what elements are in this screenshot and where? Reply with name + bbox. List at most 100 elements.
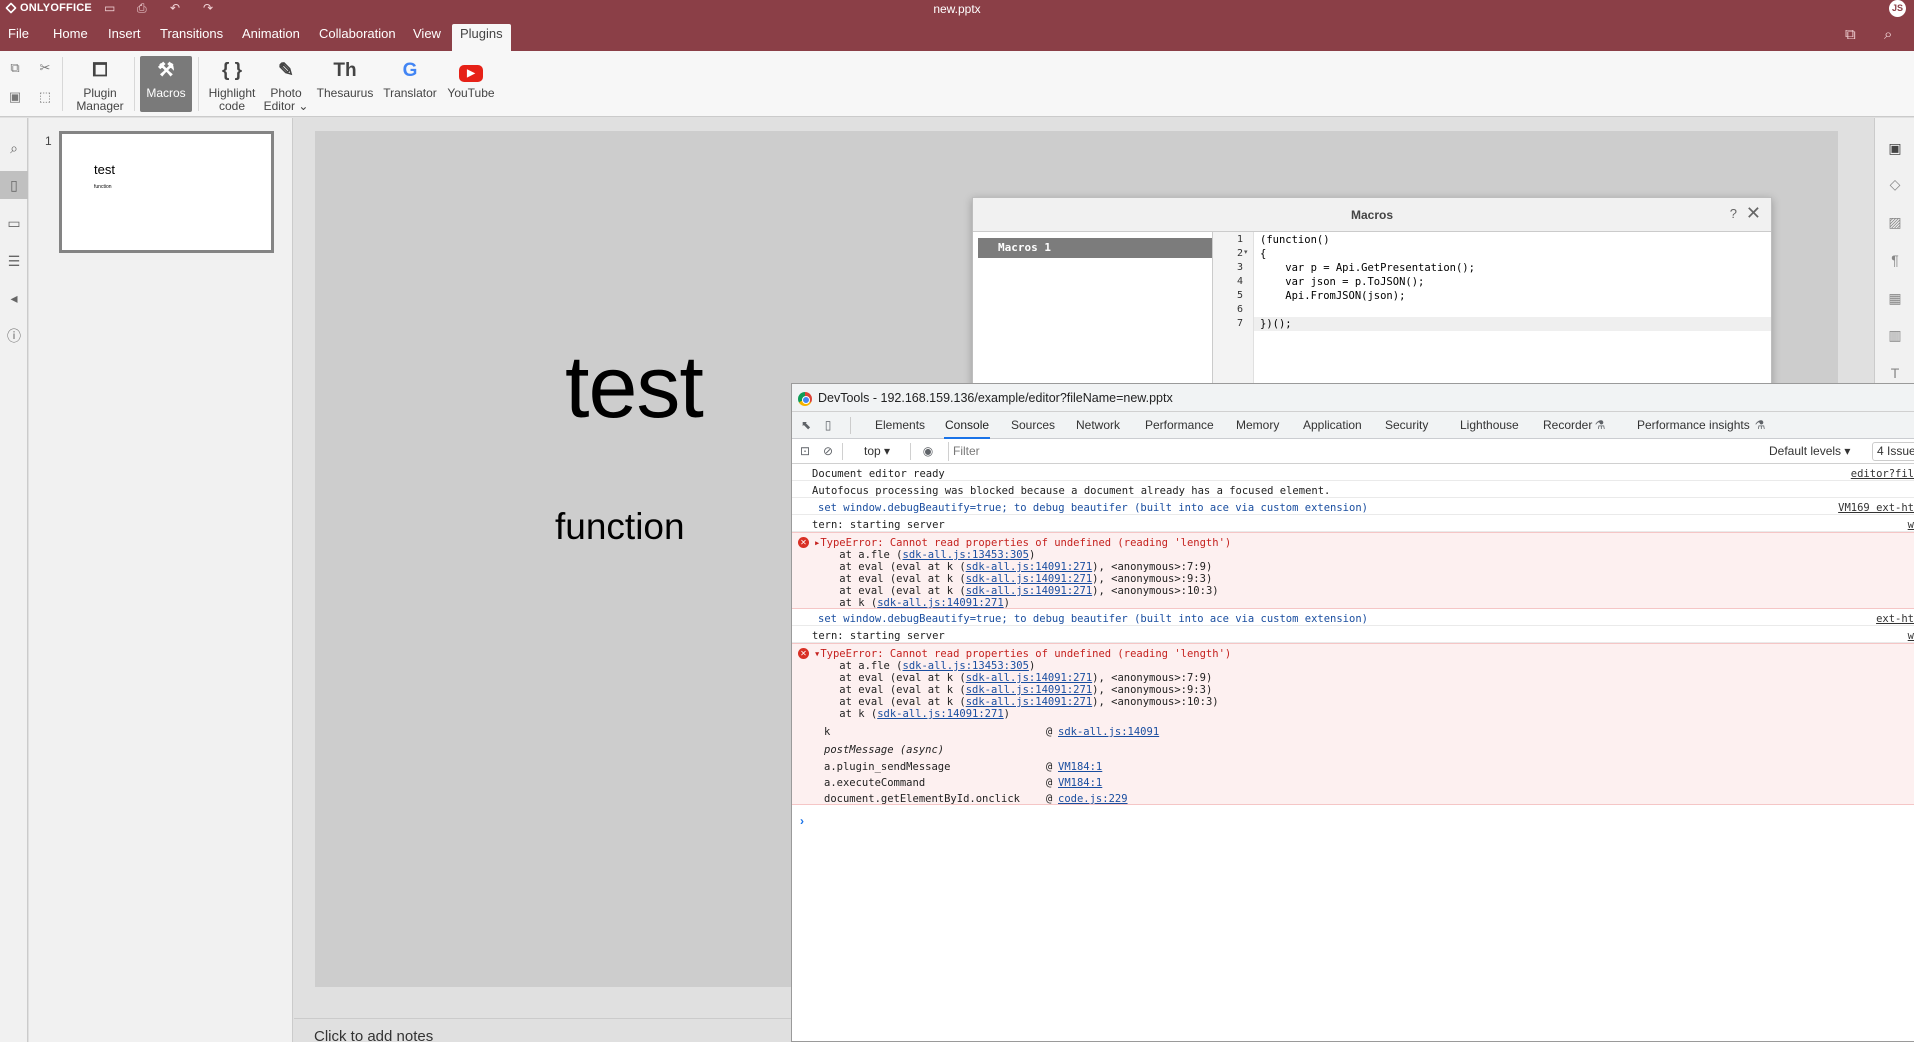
tab-network[interactable]: Network [1075,412,1121,439]
close-icon[interactable]: ✕ [1746,203,1761,224]
slide-thumbnail[interactable]: test function [59,131,274,253]
chart-settings-icon[interactable]: ▥ [1885,325,1905,345]
stack-link[interactable]: sdk-all.js:14091:271 [966,696,1092,708]
tab-recorder[interactable]: Recorder [1542,412,1593,439]
copy-icon[interactable]: ⧉ [6,59,24,77]
stack-link[interactable]: sdk-all.js:14091:271 [966,561,1092,573]
message-source-link[interactable]: VM169 ext-ht [1838,502,1914,514]
line-number: 5 [1236,290,1243,301]
tab-home[interactable]: Home [45,24,96,51]
paste-icon[interactable]: ▣ [6,88,24,106]
device-toolbar-icon[interactable]: ▯ [820,417,836,433]
clear-console-icon[interactable]: ⊘ [820,443,836,459]
plugin-manager-button[interactable]: ⧠ Plugin Manager [72,56,128,113]
message-source-link[interactable]: w [1908,519,1914,531]
title-bar: ONLYOFFICE ▭ ⎙ ↶ ↷ new.pptx JS [0,0,1914,17]
stack-link[interactable]: sdk-all.js:14091:271 [966,672,1092,684]
thesaurus-icon: Th [333,60,357,81]
comments-icon[interactable]: ▭ [4,213,24,233]
photo-editor-button[interactable]: ✎ Photo Editor ⌄ [262,56,310,113]
image-settings-icon[interactable]: ▨ [1885,212,1905,232]
tab-console[interactable]: Console [944,412,991,439]
tab-performance[interactable]: Performance [1144,412,1215,439]
message-text: set window.debugBeautify=true; to debug … [818,502,1368,514]
flask-icon: ⚗ [1594,418,1606,432]
tab-lighthouse[interactable]: Lighthouse [1459,412,1520,439]
tab-memory[interactable]: Memory [1235,412,1280,439]
stack-line: at eval (eval at k (sdk-all.js:14091:271… [814,561,1213,573]
tab-collaboration[interactable]: Collaboration [311,24,404,51]
message-source-link[interactable]: w [1908,630,1914,642]
youtube-label: YouTube [447,86,495,100]
tab-file[interactable]: File [0,24,37,51]
tab-sources[interactable]: Sources [1010,412,1056,439]
translator-button[interactable]: G Translator [380,56,440,112]
tab-transitions[interactable]: Transitions [152,24,231,51]
stack-link[interactable]: sdk-all.js:14091:271 [966,573,1092,585]
open-file-location-icon[interactable]: ⧉ [1845,26,1856,43]
macro-item[interactable]: Macros 1 [978,238,1212,258]
context-selector[interactable]: top ▾ [864,444,890,458]
issues-button[interactable]: 4 Issues [1872,442,1914,461]
error-message[interactable]: ▾TypeError: Cannot read properties of un… [814,648,1231,660]
console-error[interactable]: ✕ ▸TypeError: Cannot read properties of … [792,532,1914,609]
macros-button[interactable]: ⚒ Macros [140,56,192,112]
text-art-settings-icon[interactable]: T [1885,363,1905,383]
help-icon[interactable]: ? [1730,206,1737,221]
chat-icon[interactable]: ☰ [4,251,24,271]
message-text: set window.debugBeautify=true; to debug … [818,613,1368,625]
error-message[interactable]: ▸TypeError: Cannot read properties of un… [814,537,1231,549]
tab-plugins[interactable]: Plugins [452,24,511,51]
tab-view[interactable]: View [405,24,449,51]
highlight-code-button[interactable]: { } Highlight code [204,56,260,113]
stack-link[interactable]: sdk-all.js:14091:271 [877,708,1003,720]
console-message: Autofocus processing was blocked because… [792,481,1914,498]
slide-title[interactable]: test [565,336,704,438]
stack-link[interactable]: sdk-all.js:14091:271 [877,597,1003,608]
search-icon[interactable]: ⌕ [1884,26,1892,43]
eye-icon[interactable]: ◉ [920,443,936,459]
slides-panel-icon[interactable]: ▯ [0,171,28,199]
tab-security[interactable]: Security [1384,412,1429,439]
devtools-titlebar: DevTools - 192.168.159.136/example/edito… [792,384,1914,412]
stack-link[interactable]: sdk-all.js:14091:271 [966,684,1092,696]
stack-link[interactable]: VM184:1 [1058,761,1102,773]
table-settings-icon[interactable]: ▦ [1885,288,1905,308]
stack-link[interactable]: code.js:229 [1058,793,1128,804]
thesaurus-button[interactable]: Th Thesaurus [314,56,376,112]
cut-icon[interactable]: ✂ [36,59,54,77]
stack-link[interactable]: sdk-all.js:14091:271 [966,585,1092,597]
fold-arrow-icon[interactable]: ▾ [1244,248,1248,256]
tab-elements[interactable]: Elements [874,412,926,439]
macros-dialog-header: Macros ? ✕ [973,198,1771,232]
paragraph-settings-icon[interactable]: ¶ [1885,250,1905,270]
console-prompt[interactable]: › [800,814,804,828]
message-source-link[interactable]: ext-ht [1876,613,1914,625]
shape-settings-icon[interactable]: ◇ [1885,174,1905,194]
slide-settings-icon[interactable]: ▣ [1885,138,1905,158]
stack-link[interactable]: sdk-all.js:13453:305 [903,549,1029,561]
slide-subtitle[interactable]: function [555,506,685,548]
tab-animation[interactable]: Animation [234,24,308,51]
console-error-expanded[interactable]: ✕ ▾TypeError: Cannot read properties of … [792,643,1914,805]
sidebar-toggle-icon[interactable]: ⊡ [797,443,813,459]
search-icon[interactable]: ⌕ [4,138,24,158]
stack-line: at eval (eval at k (sdk-all.js:14091:271… [814,696,1219,708]
announcement-icon[interactable]: ◂ [4,288,24,308]
tab-application[interactable]: Application [1302,412,1363,439]
stack-link[interactable]: sdk-all.js:13453:305 [903,660,1029,672]
select-all-icon[interactable]: ⬚ [36,88,54,106]
inspect-element-icon[interactable]: ⬉ [798,417,814,433]
stack-link[interactable]: sdk-all.js:14091 [1058,726,1159,738]
log-levels-dropdown[interactable]: Default levels ▾ [1769,444,1850,458]
macro-code-editor[interactable]: (function() { var p = Api.GetPresentatio… [1254,232,1771,398]
about-info-icon[interactable]: ⓘ [4,326,24,346]
console-filter-input[interactable]: Filter [948,442,1751,461]
user-avatar[interactable]: JS [1889,0,1906,17]
tab-insert[interactable]: Insert [100,24,149,51]
code-line: { [1260,248,1267,260]
tab-performance-insights[interactable]: Performance insights [1636,412,1751,439]
youtube-button[interactable]: ▶ YouTube [444,56,498,112]
stack-link[interactable]: VM184:1 [1058,777,1102,789]
message-source-link[interactable]: editor?fil [1851,468,1914,480]
